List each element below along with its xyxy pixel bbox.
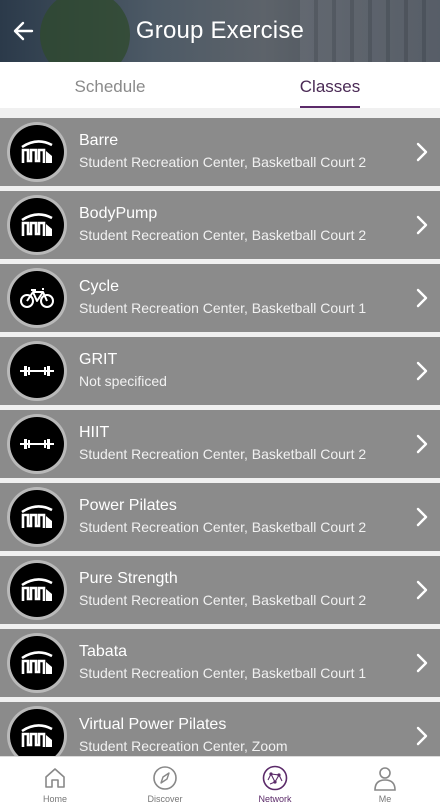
class-name: Barre (79, 132, 119, 149)
nav-discover[interactable]: Discover (110, 757, 220, 804)
class-avatar (10, 563, 64, 617)
tab-label: Classes (299, 77, 361, 96)
tab-schedule[interactable]: Schedule (0, 62, 220, 108)
class-avatar (10, 636, 64, 690)
class-location: Student Recreation Center, Zoom (79, 738, 288, 754)
nav-home[interactable]: Home (0, 757, 110, 804)
tab-label: Schedule (74, 77, 146, 96)
class-name: Power Pilates (79, 497, 177, 514)
page-title: Group Exercise (135, 17, 305, 44)
nav-me[interactable]: Me (330, 757, 440, 804)
class-location: Student Recreation Center, Basketball Co… (79, 592, 367, 608)
class-location: Student Recreation Center, Basketball Co… (79, 300, 367, 316)
list-item[interactable]: Virtual Power Pilates Student Recreation… (0, 702, 440, 756)
chevron-right-icon (416, 653, 428, 673)
nav-network[interactable]: Network (220, 757, 330, 804)
class-location: Student Recreation Center, Basketball Co… (79, 519, 367, 535)
class-location: Student Recreation Center, Basketball Co… (79, 665, 367, 681)
list-item[interactable]: Pure Strength Student Recreation Center,… (0, 556, 440, 624)
logo-m-icon (21, 724, 53, 747)
chevron-right-icon (416, 726, 428, 746)
nav-label: Home (42, 794, 67, 804)
class-name: Virtual Power Pilates (79, 716, 227, 733)
class-avatar (10, 125, 64, 179)
class-location: Not specificed (79, 373, 167, 389)
chevron-right-icon (416, 434, 428, 454)
home-icon (42, 765, 68, 791)
list-item[interactable]: GRIT Not specificed (0, 337, 440, 405)
tab-bar: Schedule Classes (0, 62, 440, 108)
class-name: GRIT (79, 351, 118, 368)
list-item[interactable]: BodyPump Student Recreation Center, Bask… (0, 191, 440, 259)
nav-label: Network (258, 794, 292, 804)
class-name: BodyPump (79, 205, 158, 222)
logo-m-icon (21, 140, 53, 163)
chevron-right-icon (416, 361, 428, 381)
barbell-icon (20, 366, 54, 376)
class-name: Cycle (79, 278, 120, 295)
chevron-right-icon (416, 507, 428, 527)
logo-m-icon (21, 505, 53, 528)
classes-list[interactable]: Barre Student Recreation Center, Basketb… (0, 108, 440, 756)
class-location: Student Recreation Center, Basketball Co… (79, 227, 367, 243)
chevron-right-icon (416, 215, 428, 235)
class-name: Pure Strength (79, 570, 178, 587)
class-avatar (10, 344, 64, 398)
nav-label: Discover (147, 794, 183, 804)
list-item[interactable]: Barre Student Recreation Center, Basketb… (0, 118, 440, 186)
logo-m-icon (21, 213, 53, 236)
class-name: Tabata (79, 643, 128, 660)
logo-m-icon (21, 578, 53, 601)
chevron-right-icon (416, 142, 428, 162)
list-item[interactable]: Tabata Student Recreation Center, Basket… (0, 629, 440, 697)
person-icon (372, 765, 398, 791)
chevron-right-icon (416, 288, 428, 308)
logo-m-icon (21, 651, 53, 674)
app-header: Group Exercise (0, 0, 440, 62)
class-name: HIIT (79, 424, 110, 441)
class-avatar (10, 490, 64, 544)
bottom-navigation: Home Discover Network Me (0, 756, 440, 804)
class-location: Student Recreation Center, Basketball Co… (79, 446, 367, 462)
compass-icon (152, 765, 178, 791)
network-icon (262, 765, 288, 791)
list-item[interactable]: Cycle Student Recreation Center, Basketb… (0, 264, 440, 332)
class-location: Student Recreation Center, Basketball Co… (79, 154, 367, 170)
list-item[interactable]: Power Pilates Student Recreation Center,… (0, 483, 440, 551)
class-avatar (10, 198, 64, 252)
chevron-right-icon (416, 580, 428, 600)
list-item[interactable]: HIIT Student Recreation Center, Basketba… (0, 410, 440, 478)
class-avatar (10, 417, 64, 471)
bicycle-icon (20, 288, 54, 308)
barbell-icon (20, 439, 54, 449)
class-avatar (10, 271, 64, 325)
tab-classes[interactable]: Classes (220, 62, 440, 108)
nav-label: Me (378, 794, 392, 804)
class-avatar (10, 709, 64, 756)
